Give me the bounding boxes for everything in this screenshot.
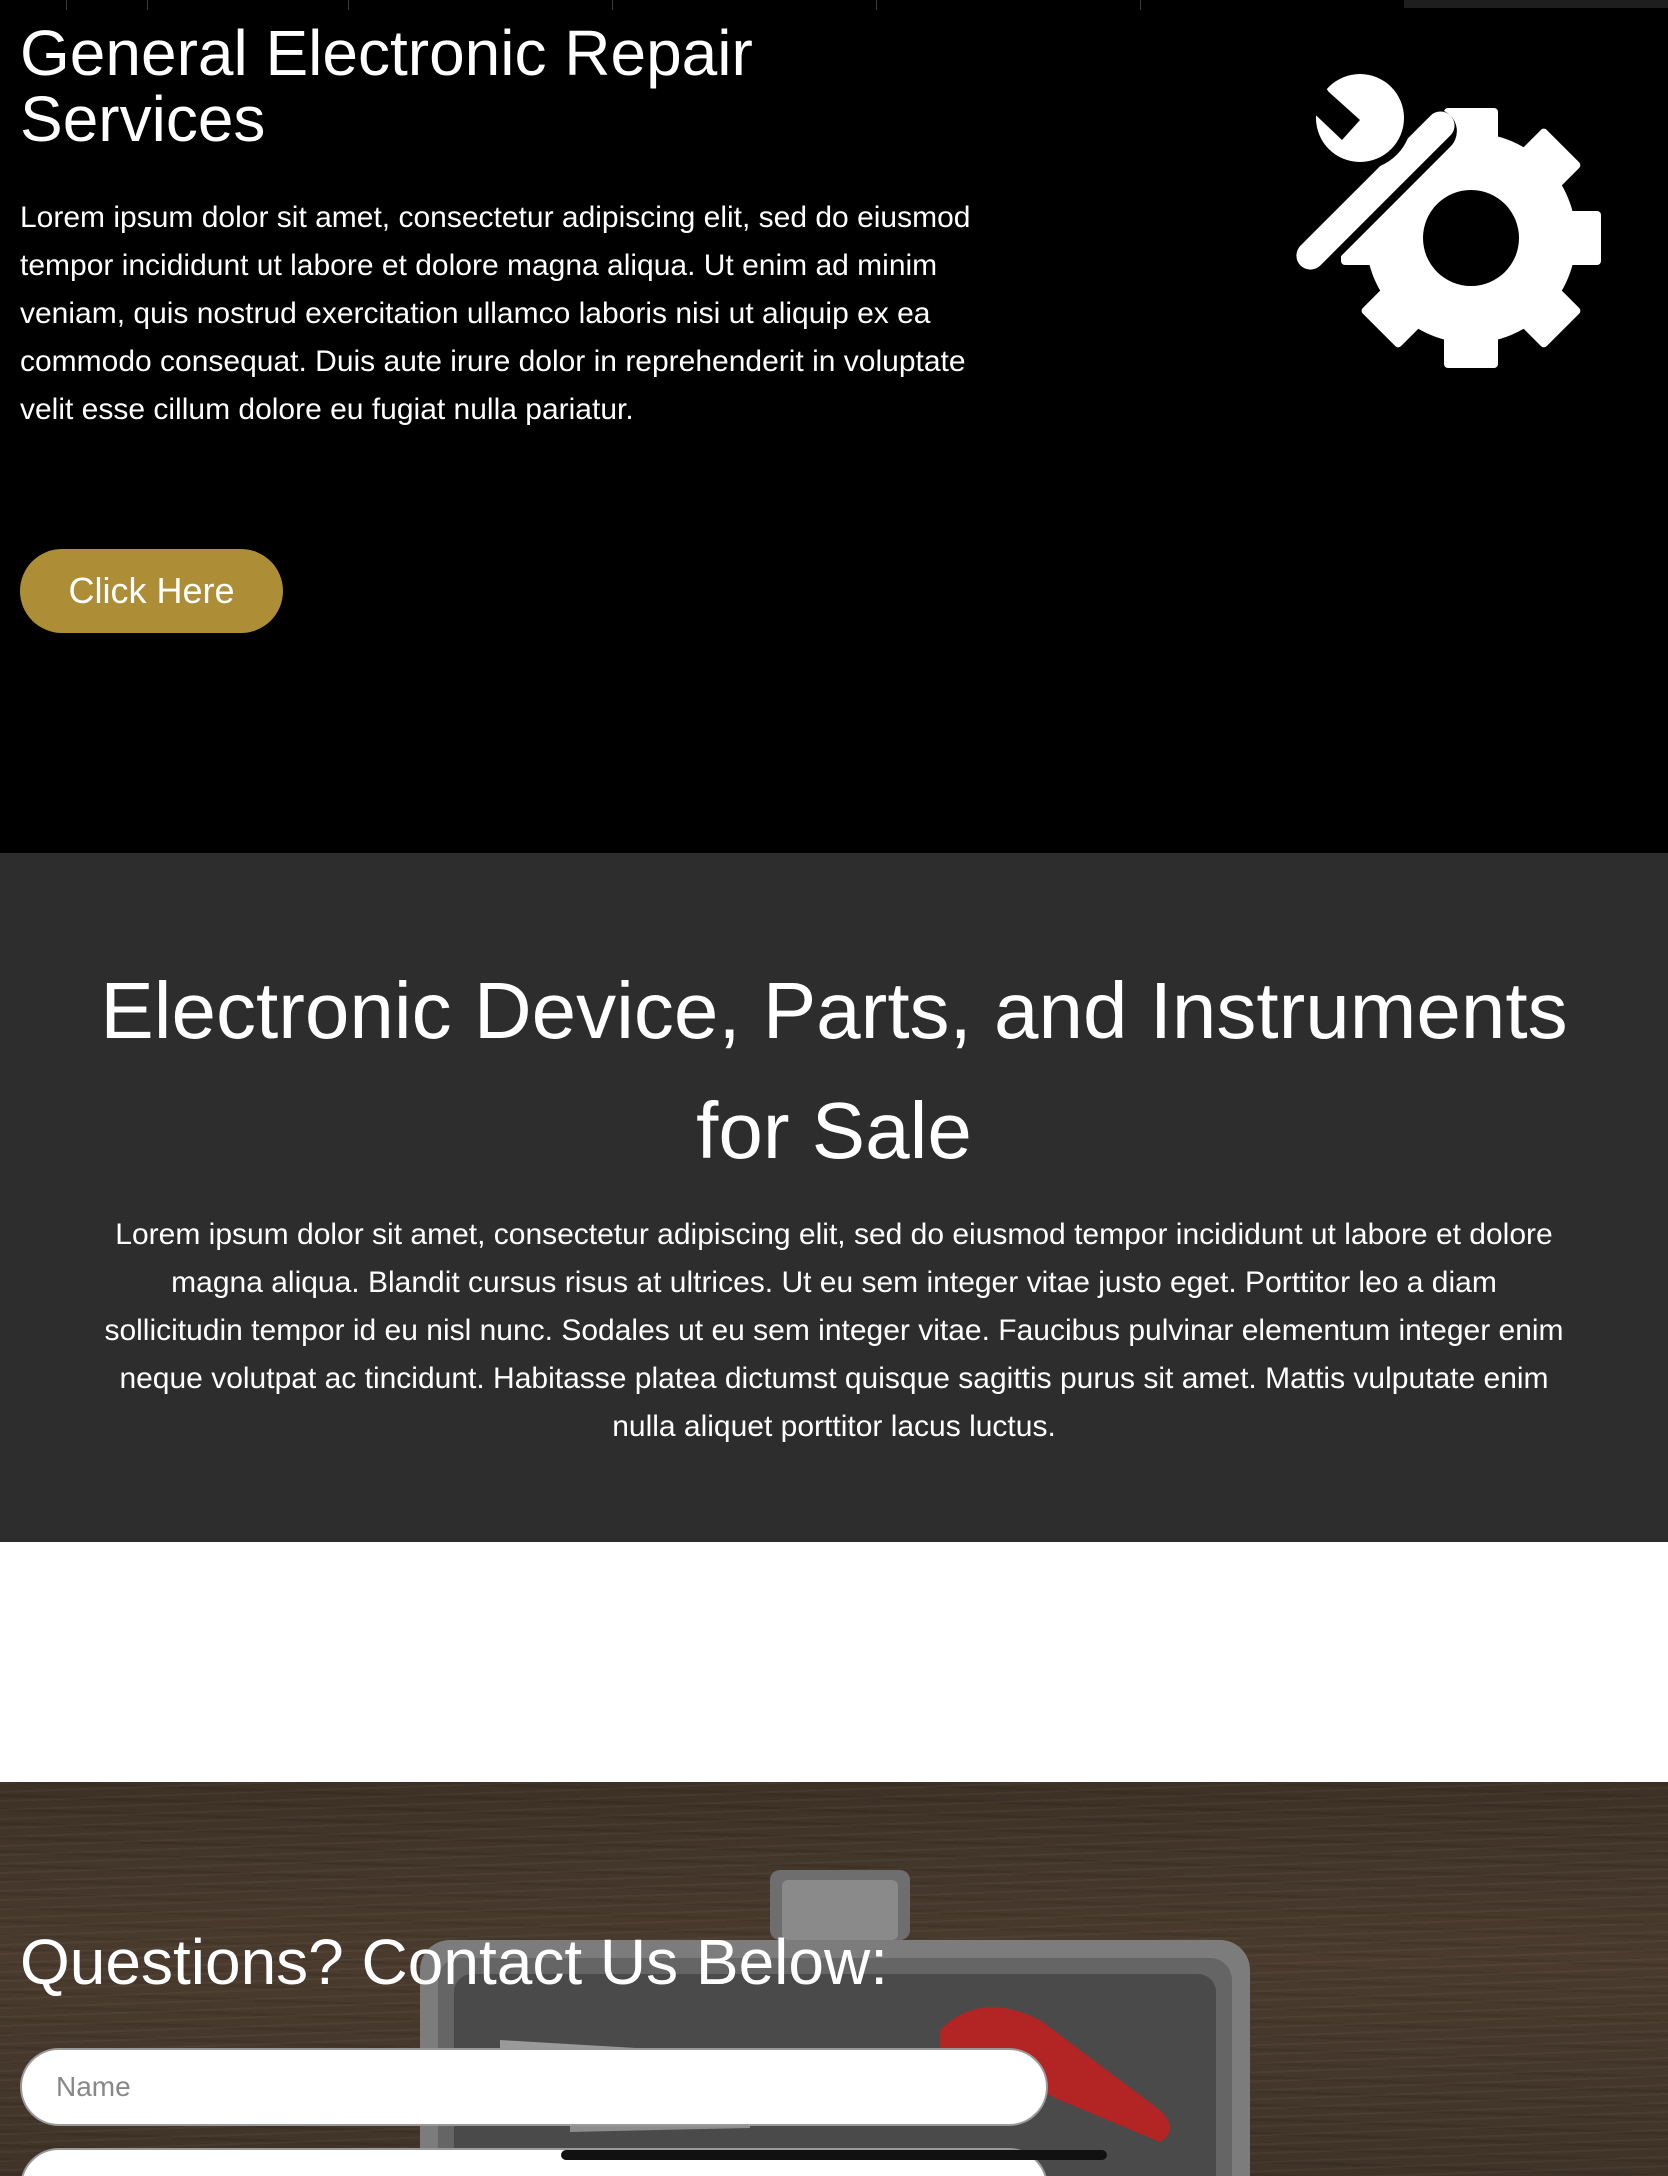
nav-divider	[612, 0, 613, 10]
contact-section: Questions? Contact Us Below:	[0, 1782, 1668, 2176]
contact-title: Questions? Contact Us Below:	[20, 1926, 888, 1998]
hero-description: Lorem ipsum dolor sit amet, consectetur …	[20, 201, 971, 426]
nav-divider	[348, 0, 349, 10]
hero-section: General Electronic Repair Services Lorem…	[0, 0, 1668, 853]
home-indicator	[561, 2150, 1107, 2160]
wrench-gear-icon	[1290, 66, 1601, 368]
name-input[interactable]	[20, 2048, 1048, 2126]
products-description: Lorem ipsum dolor sit amet, consectetur …	[104, 1218, 1564, 1443]
page: General Electronic Repair Services Lorem…	[0, 0, 1668, 2176]
products-title: Electronic Device, Parts, and Instrument…	[100, 966, 1568, 1175]
toolbox-image	[420, 1870, 1250, 2176]
click-here-button[interactable]: Click Here	[20, 549, 283, 633]
blank-spacer	[0, 1542, 1668, 1782]
nav-divider	[1140, 0, 1141, 10]
products-section: Electronic Device, Parts, and Instrument…	[0, 853, 1668, 1542]
nav-divider	[66, 0, 67, 10]
top-nav	[0, 0, 1668, 10]
nav-active-indicator	[1404, 0, 1668, 8]
hero-title: General Electronic Repair Services	[20, 17, 753, 155]
nav-divider	[147, 0, 148, 10]
nav-divider	[876, 0, 877, 10]
